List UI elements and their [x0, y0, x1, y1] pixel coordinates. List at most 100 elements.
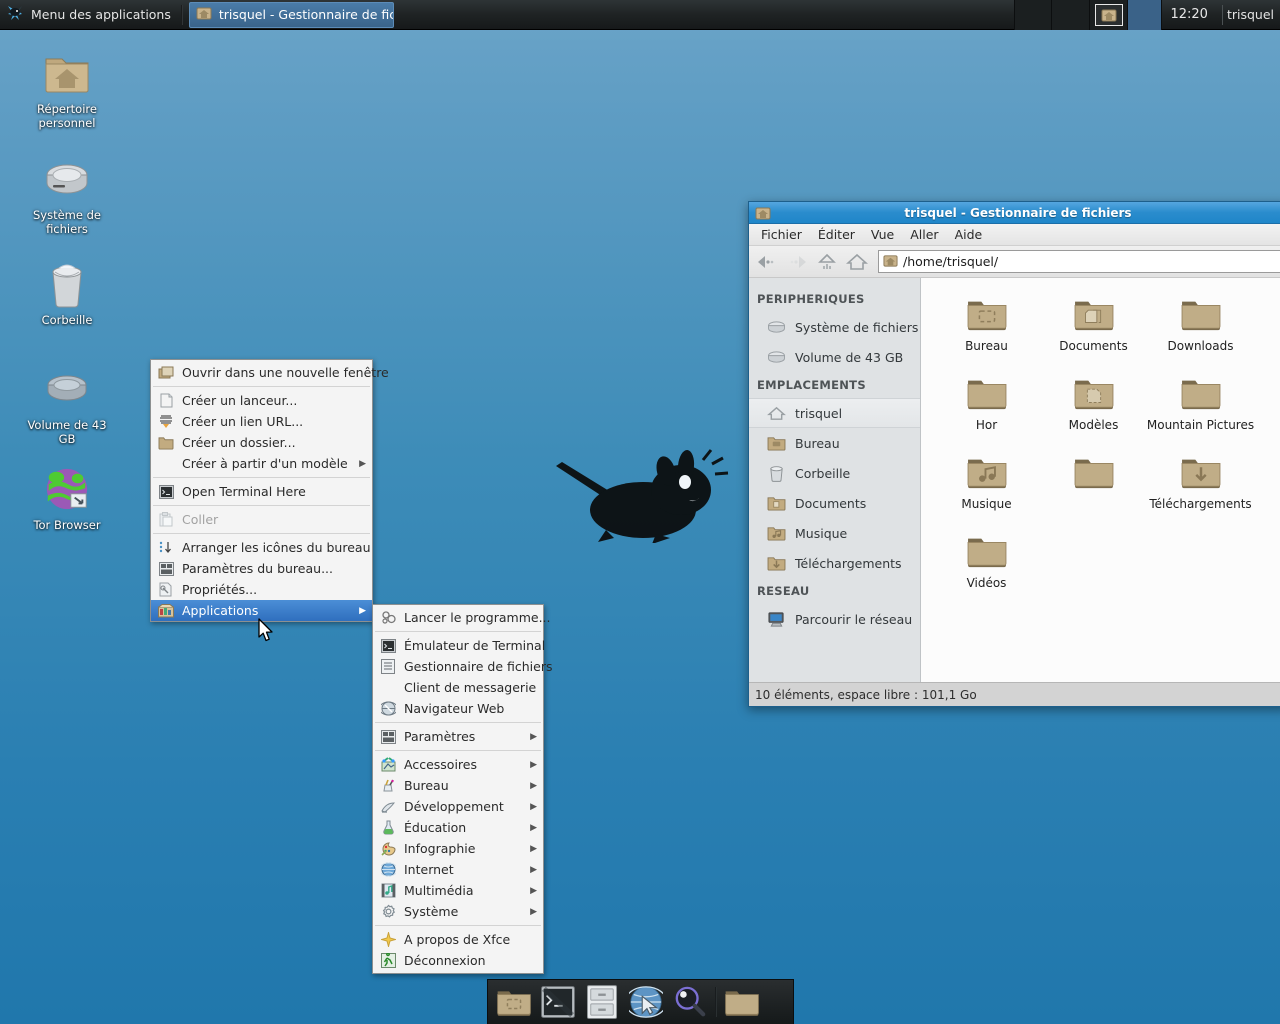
- menu-separator: [153, 386, 370, 387]
- app-menu-item-infographie[interactable]: Infographie ▶: [373, 838, 543, 859]
- menu-item-applications[interactable]: Applications ▶: [151, 600, 372, 621]
- sidebar-item-volume-43gb[interactable]: Volume de 43 GB: [749, 342, 920, 372]
- app-menu-item-education[interactable]: Éducation ▶: [373, 817, 543, 838]
- file-item-downloads[interactable]: Downloads: [1147, 290, 1254, 369]
- app-menu-item-deconnexion[interactable]: Déconnexion: [373, 950, 543, 971]
- file-item-offscreen[interactable]: [1040, 448, 1147, 527]
- sidebar-item-bureau[interactable]: Bureau: [749, 428, 920, 458]
- app-menu-item-emulateur-de-terminal[interactable]: Émulateur de Terminal: [373, 635, 545, 656]
- downloads-folder-icon: [767, 554, 786, 573]
- system-icon: [379, 904, 397, 920]
- file-item-telechargements[interactable]: Téléchargements: [1147, 448, 1254, 527]
- dock-button-show-desktop[interactable]: [492, 981, 536, 1024]
- workspace-window-thumbnail: [1094, 3, 1123, 26]
- menu-item-proprietes[interactable]: Propriétés...: [151, 579, 372, 600]
- workspace-2[interactable]: [1052, 0, 1091, 30]
- file-list-area[interactable]: Bureau Documents Downloads Hor Modèles M…: [921, 278, 1280, 682]
- user-name-label[interactable]: trisquel: [1227, 7, 1280, 22]
- file-manager-menubar[interactable]: Fichier Éditer Vue Aller Aide: [749, 224, 1280, 246]
- file-item-hor[interactable]: Hor: [933, 369, 1040, 448]
- app-menu-item-label: Déconnexion: [404, 953, 486, 968]
- desktop[interactable]: Menu des applications trisquel - Gestion…: [0, 0, 1280, 1024]
- menu-item-coller[interactable]: Coller: [151, 509, 372, 530]
- menu-item-open-terminal-here[interactable]: Open Terminal Here: [151, 481, 372, 502]
- sidebar-item-systeme-de-fichiers[interactable]: Système de fichiers: [749, 312, 920, 342]
- dock-button-terminal[interactable]: [536, 981, 580, 1024]
- app-menu-item-gestionnaire-de-fichiers[interactable]: Gestionnaire de fichiers: [373, 656, 553, 677]
- desktop-icon-tor-browser[interactable]: Tor Browser: [19, 465, 115, 532]
- app-menu-item-systeme[interactable]: Système ▶: [373, 901, 543, 922]
- app-menu-item-navigateur-web[interactable]: Navigateur Web: [373, 698, 543, 719]
- desktop-settings-icon: [157, 561, 175, 577]
- xfce-mouse-icon: [5, 3, 25, 26]
- workspace-pager[interactable]: [1014, 0, 1163, 30]
- desktop-icon-trash[interactable]: Corbeille: [19, 260, 115, 327]
- forward-arrow-icon[interactable]: [783, 249, 811, 275]
- menu-aller[interactable]: Aller: [902, 225, 946, 244]
- taskbar-button-file-manager[interactable]: trisquel - Gestionnaire de fichi...: [188, 1, 394, 28]
- menu-item-creer-a-partir-modele[interactable]: Créer à partir d'un modèle ▶: [151, 453, 372, 474]
- workspace-4[interactable]: [1128, 0, 1163, 30]
- app-menu-item-accessoires[interactable]: Accessoires ▶: [373, 754, 543, 775]
- sidebar-item-documents[interactable]: Documents: [749, 488, 920, 518]
- menu-item-label: Ouvrir dans une nouvelle fenêtre: [182, 365, 389, 380]
- dock-button-file-manager[interactable]: [580, 981, 624, 1024]
- menu-item-creer-lien-url[interactable]: Créer un lien URL...: [151, 411, 372, 432]
- desktop-context-menu[interactable]: Ouvrir dans une nouvelle fenêtre Créer u…: [150, 359, 389, 622]
- file-item-bureau[interactable]: Bureau: [933, 290, 1040, 369]
- back-arrow-icon[interactable]: [753, 249, 781, 275]
- path-entry[interactable]: /home/trisquel/: [878, 250, 1280, 273]
- app-menu-item-client-de-messagerie[interactable]: Client de messagerie: [373, 677, 543, 698]
- file-manager-sidebar[interactable]: PERIPHERIQUES Système de fichiers Volume…: [749, 278, 921, 682]
- sidebar-item-telechargements[interactable]: Téléchargements: [749, 548, 920, 578]
- menu-item-ouvrir-nouvelle-fenetre[interactable]: Ouvrir dans une nouvelle fenêtre: [151, 362, 389, 383]
- sidebar-item-musique[interactable]: Musique: [749, 518, 920, 548]
- folder-icon: [1179, 373, 1223, 413]
- submenu-arrow: ▶: [530, 843, 537, 854]
- file-manager-window[interactable]: trisquel - Gestionnaire de fichiers Fich…: [748, 201, 1280, 707]
- desktop-icon-home[interactable]: Répertoire personnel: [19, 49, 115, 130]
- menu-fichier[interactable]: Fichier: [753, 225, 810, 244]
- menu-item-creer-dossier[interactable]: Créer un dossier...: [151, 432, 372, 453]
- menu-item-arranger-icones[interactable]: Arranger les icônes du bureau: [151, 537, 372, 558]
- menu-aide[interactable]: Aide: [947, 225, 991, 244]
- app-menu-item-bureau[interactable]: Bureau ▶: [373, 775, 543, 796]
- sidebar-item-parcourir-le-reseau[interactable]: Parcourir le réseau: [749, 604, 920, 634]
- app-menu-item-internet[interactable]: Internet ▶: [373, 859, 543, 880]
- dock-button-web-browser[interactable]: [624, 981, 668, 1024]
- app-menu-item-lancer-le-programme[interactable]: Lancer le programme...: [373, 607, 551, 628]
- workspace-1[interactable]: [1014, 0, 1053, 30]
- file-item-videos[interactable]: Vidéos: [933, 527, 1040, 606]
- file-item-musique[interactable]: Musique: [933, 448, 1040, 527]
- applications-submenu[interactable]: Lancer le programme... Émulateur de Term…: [372, 604, 553, 974]
- app-menu-item-developpement[interactable]: Développement ▶: [373, 796, 543, 817]
- app-menu-item-a-propos-de-xfce[interactable]: A propos de Xfce: [373, 929, 543, 950]
- dock-button-folder[interactable]: [720, 981, 764, 1024]
- file-item-documents[interactable]: Documents: [1040, 290, 1147, 369]
- file-manager-titlebar[interactable]: trisquel - Gestionnaire de fichiers: [749, 202, 1280, 224]
- app-menu-item-parametres[interactable]: Paramètres ▶: [373, 726, 543, 747]
- app-menu-item-multimedia[interactable]: Multimédia ▶: [373, 880, 543, 901]
- sidebar-item-label: Documents: [795, 495, 867, 511]
- menu-item-creer-lanceur[interactable]: Créer un lanceur...: [151, 390, 372, 411]
- internet-icon: [379, 862, 397, 878]
- up-arrow-icon[interactable]: [813, 249, 841, 275]
- trash-icon: [767, 464, 786, 483]
- file-manager-toolbar[interactable]: /home/trisquel/: [749, 246, 1280, 278]
- file-item-mountain-pictures[interactable]: Mountain Pictures: [1147, 369, 1254, 448]
- menu-item-parametres-bureau[interactable]: Paramètres du bureau...: [151, 558, 372, 579]
- desktop-icon-filesystem[interactable]: Système de fichiers: [19, 155, 115, 236]
- dock-button-search[interactable]: [668, 981, 712, 1024]
- menu-vue[interactable]: Vue: [863, 225, 902, 244]
- file-item-modeles[interactable]: Modèles: [1040, 369, 1147, 448]
- templates-folder-icon: [1072, 373, 1116, 413]
- sidebar-item-corbeille[interactable]: Corbeille: [749, 458, 920, 488]
- workspace-3-active[interactable]: [1090, 0, 1129, 30]
- applications-menu-button[interactable]: Menu des applications: [0, 1, 179, 29]
- menu-editer[interactable]: Éditer: [810, 225, 863, 244]
- sidebar-item-trisquel[interactable]: trisquel: [749, 398, 920, 428]
- bottom-dock[interactable]: [487, 979, 794, 1024]
- home-icon[interactable]: [843, 249, 871, 275]
- clock[interactable]: 12:20: [1162, 0, 1217, 30]
- desktop-icon-volume-43gb[interactable]: Volume de 43 GB: [19, 365, 115, 446]
